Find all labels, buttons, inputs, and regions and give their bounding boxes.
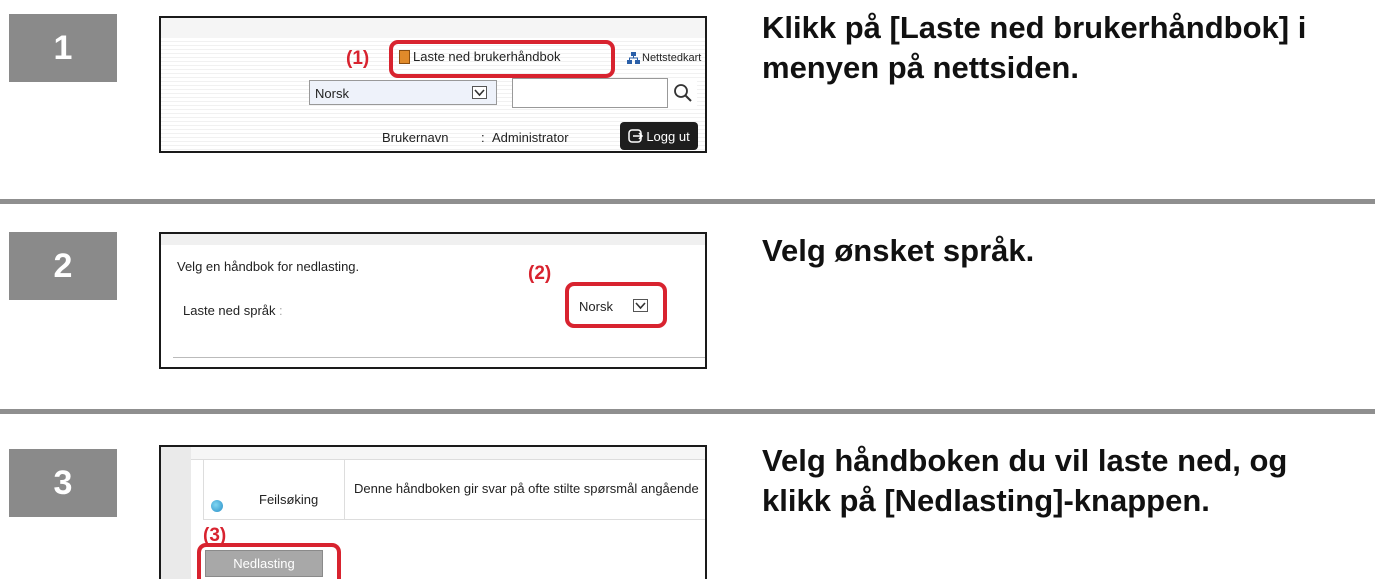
callout-1-label: (1) (346, 48, 370, 69)
manual-name: Feilsøking (259, 492, 319, 507)
download-language-value: Norsk (579, 299, 613, 314)
language-separator: : (279, 303, 283, 318)
logout-button[interactable]: Logg ut (620, 122, 698, 150)
divider-1 (0, 199, 1375, 204)
language-label: Laste ned språk (183, 303, 276, 318)
username-value: Administrator (492, 130, 569, 145)
step-2-screenshot: Velg en håndbok for nedlasting. Laste ne… (159, 232, 707, 369)
download-button[interactable]: Nedlasting (205, 550, 323, 577)
search-button[interactable] (667, 78, 697, 108)
logout-icon (628, 129, 644, 143)
radio-selected-icon[interactable] (211, 500, 223, 512)
step-1-instruction: Klikk på [Laste ned brukerhåndbok] i men… (762, 10, 1307, 85)
sitemap-link[interactable]: Nettstedkart (627, 52, 701, 64)
manual-select-heading: Velg en håndbok for nedlasting. (177, 259, 360, 274)
sitemap-icon (627, 52, 640, 64)
chevron-down-icon (472, 86, 487, 99)
language-select[interactable]: Norsk (309, 80, 497, 105)
download-button-label: Nedlasting (233, 556, 295, 571)
step-3-badge: 3 (9, 449, 117, 517)
download-language-select[interactable]: Norsk (573, 292, 657, 320)
username-label: Brukernavn (382, 130, 449, 145)
manual-description: Denne håndboken gir svar på ofte stilte … (354, 481, 699, 496)
callout-1-highlight (389, 40, 615, 78)
username-separator: : (481, 130, 485, 145)
callout-2-label: (2) (528, 263, 552, 284)
logout-label: Logg ut (646, 128, 690, 144)
chevron-down-icon (633, 299, 648, 312)
step-2-instruction: Velg ønsket språk. (762, 233, 1035, 268)
search-icon (674, 84, 692, 102)
sitemap-label: Nettstedkart (642, 52, 702, 64)
divider-2 (0, 409, 1375, 414)
step-2-badge: 2 (9, 232, 117, 300)
language-select-value: Norsk (315, 86, 349, 101)
step-1-screenshot: (1) Laste ned brukerhåndbok Nettstedkart… (159, 16, 707, 153)
step-1-badge: 1 (9, 14, 117, 82)
step-3-screenshot: Feilsøking Denne håndboken gir svar på o… (159, 445, 707, 579)
step-3-instruction: Velg håndboken du vil laste ned, og klik… (762, 443, 1288, 518)
